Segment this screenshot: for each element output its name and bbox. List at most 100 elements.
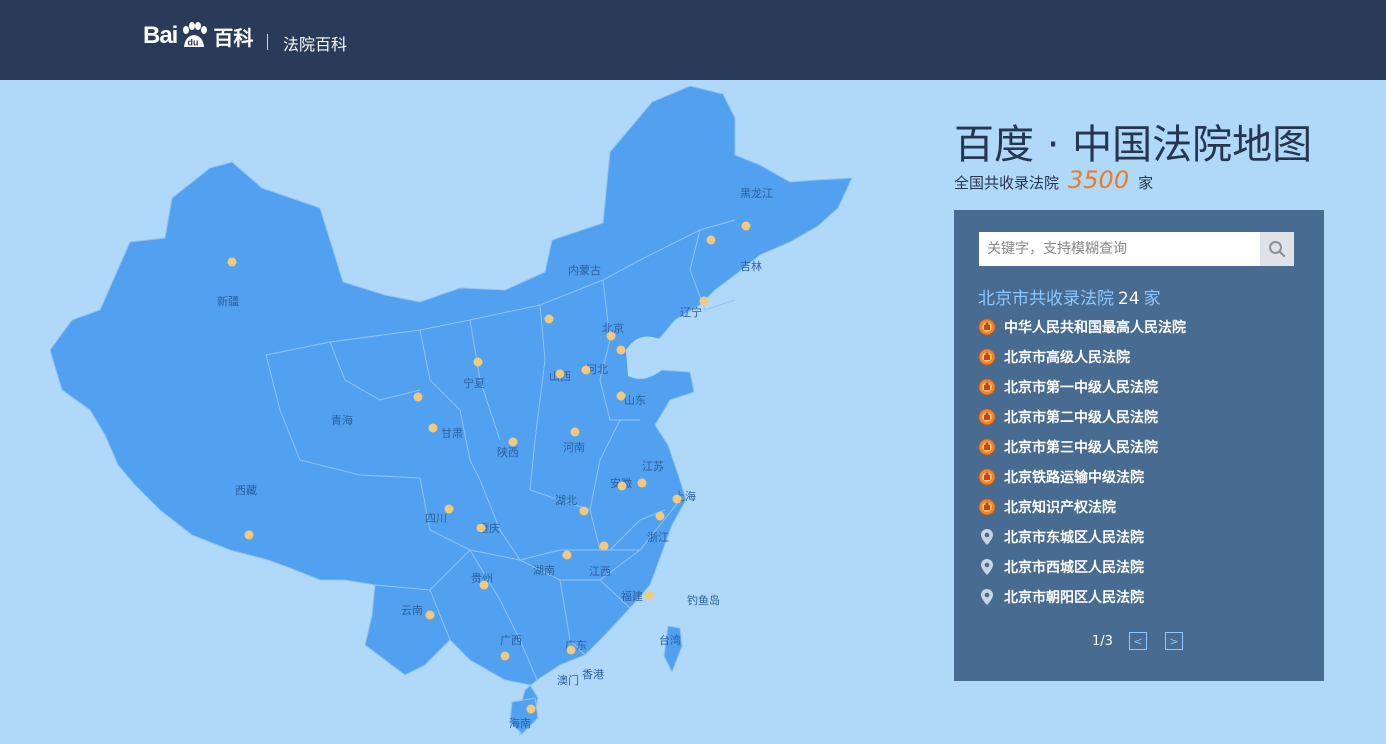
label-aomen: 澳门 <box>557 673 579 687</box>
label-jiangsu: 江苏 <box>642 460 664 473</box>
label-sichuan: 四川 <box>425 512 447 525</box>
label-liaoning: 辽宁 <box>680 305 702 319</box>
court-list-item[interactable]: 北京市东城区人民法院 <box>978 522 1186 552</box>
label-neimenggu: 内蒙古 <box>568 263 601 277</box>
label-shaanxi: 陕西 <box>497 445 519 459</box>
court-name: 北京市西城区人民法院 <box>1004 560 1144 576</box>
page-indicator: 1/3 <box>1092 633 1113 649</box>
next-page-button[interactable]: > <box>1164 632 1183 650</box>
court-name: 北京市东城区人民法院 <box>1004 530 1144 546</box>
label-shandong: 山东 <box>624 394 646 407</box>
province-court-count-title: 北京市共收录法院 24 家 <box>978 284 1161 309</box>
court-name: 北京市第三中级人民法院 <box>1004 440 1158 456</box>
court-list-item[interactable]: 北京市第一中级人民法院 <box>978 372 1186 402</box>
national-court-summary: 全国共收录法院 3500 家 <box>954 166 1153 194</box>
marker-shanghai <box>672 494 682 504</box>
list-title-count: 24 <box>1118 289 1140 309</box>
marker-ningxia <box>473 357 483 367</box>
court-emblem-icon <box>978 408 996 426</box>
search-icon <box>1269 241 1286 258</box>
court-emblem-icon <box>978 348 996 366</box>
marker-anhui <box>617 481 627 491</box>
marker-qinghai <box>413 392 423 402</box>
court-list-item[interactable]: 北京市朝阳区人民法院 <box>978 582 1186 612</box>
summary-prefix: 全国共收录法院 <box>954 174 1060 192</box>
court-list-item[interactable]: 北京知识产权法院 <box>978 492 1186 522</box>
marker-yunnan <box>425 610 435 620</box>
court-list-panel: 北京市共收录法院24家 中华人民共和国最高人民法院 北京市高级人民法院 北京市第… <box>954 210 1324 681</box>
marker-neimenggu <box>544 314 554 324</box>
court-list-item[interactable]: 北京市高级人民法院 <box>978 342 1186 372</box>
label-diaoyudao: 钓鱼岛 <box>687 593 720 607</box>
court-name: 中华人民共和国最高人民法院 <box>1004 320 1186 336</box>
label-yunnan: 云南 <box>401 604 423 617</box>
marker-hainan <box>526 704 536 714</box>
court-list-item[interactable]: 北京市西城区人民法院 <box>978 552 1186 582</box>
marker-guizhou <box>479 580 489 590</box>
marker-jiangxi <box>599 541 609 551</box>
marker-chongqing <box>476 523 486 533</box>
label-fujian: 福建 <box>621 589 643 603</box>
court-emblem-icon <box>978 468 996 486</box>
label-xizang: 西藏 <box>235 484 257 497</box>
court-emblem-icon <box>978 318 996 336</box>
court-list: 中华人民共和国最高人民法院 北京市高级人民法院 北京市第一中级人民法院 北京市第… <box>978 312 1186 612</box>
label-hubei: 湖北 <box>555 494 577 507</box>
marker-guangdong <box>566 645 576 655</box>
court-list-item[interactable]: 北京市第三中级人民法院 <box>978 432 1186 462</box>
logo-bai-text: Bai <box>143 22 178 49</box>
court-emblem-icon <box>978 438 996 456</box>
marker-hunan <box>562 550 572 560</box>
marker-henan <box>570 427 580 437</box>
logo-du-text: du <box>188 38 199 48</box>
marker-fujian <box>644 590 654 600</box>
marker-tianjin <box>616 345 626 355</box>
marker-sichuan <box>444 504 454 514</box>
label-guangxi: 广西 <box>500 634 522 647</box>
location-pin-icon <box>978 558 996 576</box>
list-title-suffix: 家 <box>1143 289 1161 309</box>
page-title: 百度 · 中国法院地图 <box>954 122 1313 168</box>
prev-page-button[interactable]: < <box>1128 632 1147 650</box>
header-divider <box>267 34 268 50</box>
logo-baike-text: 百科 <box>213 27 254 50</box>
search-button[interactable] <box>1260 232 1294 266</box>
marker-xizang <box>244 530 254 540</box>
court-list-item[interactable]: 北京市第二中级人民法院 <box>978 402 1186 432</box>
marker-jiangsu <box>637 478 647 488</box>
marker-jilin <box>706 235 716 245</box>
label-jilin: 吉林 <box>740 259 762 273</box>
site-subtitle-link[interactable]: 法院百科 <box>283 31 347 55</box>
label-zhejiang: 浙江 <box>647 531 669 544</box>
label-ningxia: 宁夏 <box>463 376 485 390</box>
label-xianggang: 香港 <box>582 668 604 681</box>
list-title-prefix: 北京市共收录法院 <box>978 289 1114 309</box>
china-mainland-shape <box>49 85 853 737</box>
court-list-item[interactable]: 北京铁路运输中级法院 <box>978 462 1186 492</box>
label-heilongjiang: 黑龙江 <box>740 187 773 200</box>
search-input[interactable] <box>979 232 1257 266</box>
marker-gansu <box>428 423 438 433</box>
marker-guangxi <box>500 651 510 661</box>
label-taiwan: 台湾 <box>659 633 681 647</box>
summary-suffix: 家 <box>1138 174 1154 192</box>
marker-hubei <box>579 506 589 516</box>
label-jiangxi: 江西 <box>589 565 611 578</box>
location-pin-icon <box>978 588 996 606</box>
top-navigation-bar: Bai du 百科 法院百科 <box>0 0 1386 80</box>
marker-zhejiang <box>655 511 665 521</box>
baidu-baike-logo[interactable]: Bai du 百科 <box>143 16 253 56</box>
court-emblem-icon <box>978 378 996 396</box>
label-gansu: 甘肃 <box>441 427 463 440</box>
court-emblem-icon <box>978 498 996 516</box>
marker-hebei <box>581 365 591 375</box>
label-qinghai: 青海 <box>331 413 353 427</box>
court-name: 北京市朝阳区人民法院 <box>1004 590 1144 606</box>
court-list-item[interactable]: 中华人民共和国最高人民法院 <box>978 312 1186 342</box>
label-henan: 河南 <box>563 441 585 454</box>
china-court-map[interactable]: 黑龙江 吉林 辽宁 内蒙古 新疆 青海 西藏 甘肃 宁夏 陕西 山西 北京 河北… <box>0 80 940 744</box>
taiwan-shape <box>663 625 683 674</box>
marker-shanxi <box>555 369 565 379</box>
label-xinjiang: 新疆 <box>217 294 239 308</box>
court-name: 北京市第二中级人民法院 <box>1004 410 1158 426</box>
